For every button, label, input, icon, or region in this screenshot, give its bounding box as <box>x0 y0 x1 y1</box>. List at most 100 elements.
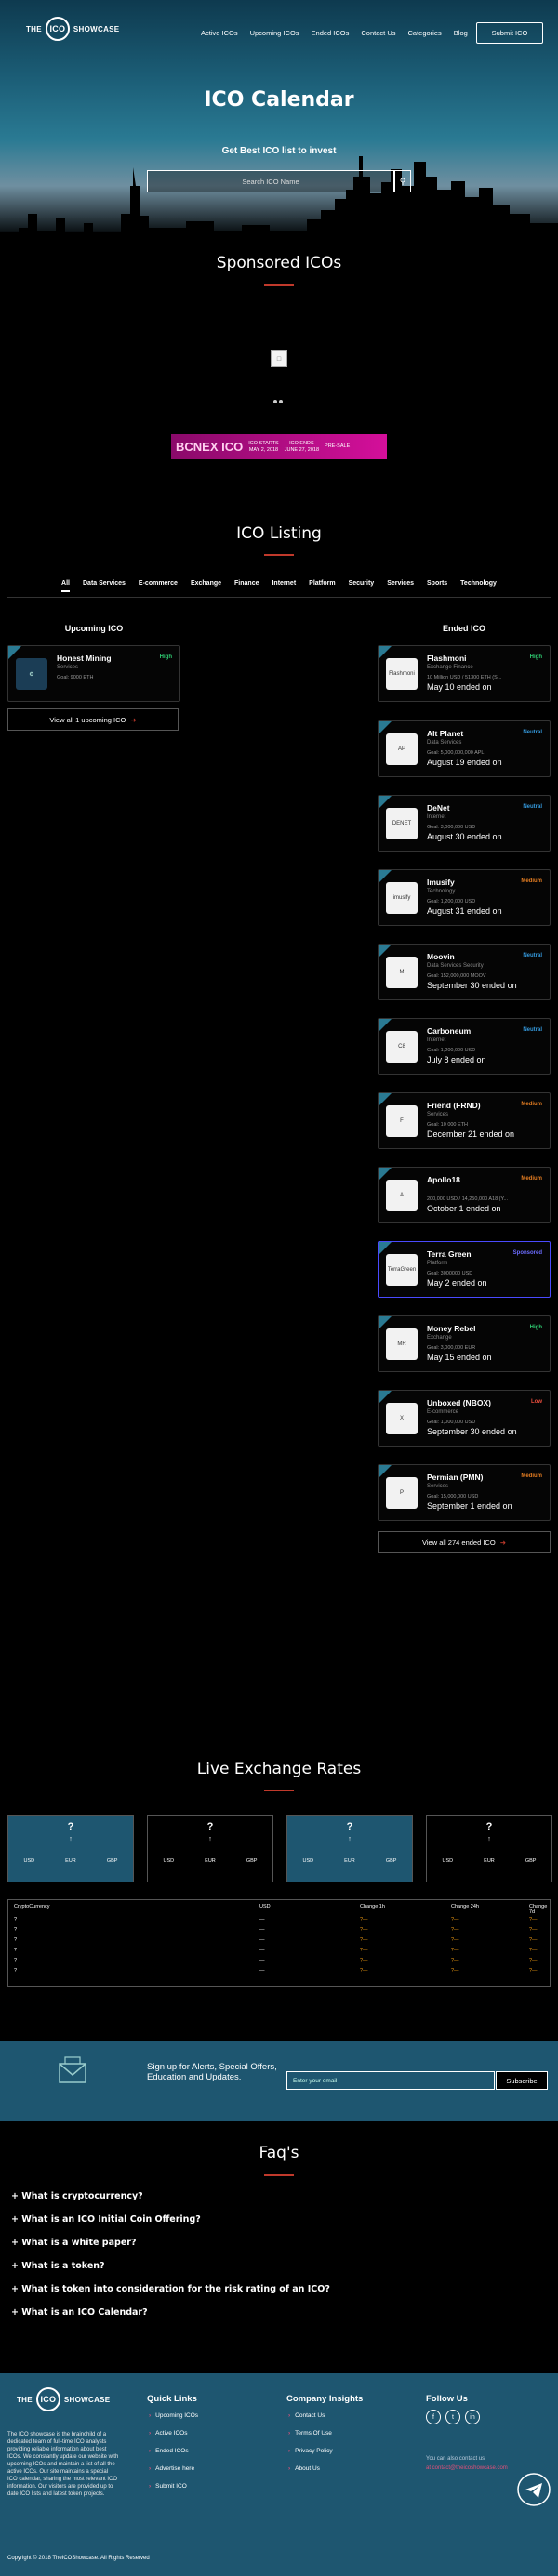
ended-ico-card[interactable]: DENET DeNet Internet Goal: 3,000,000 USD Aug… <box>378 795 551 852</box>
ico-category: Platform <box>427 1261 448 1266</box>
currency-label: EUR <box>65 1858 76 1864</box>
linkedin-icon[interactable]: in <box>465 2410 480 2424</box>
view-all-upcoming-button[interactable]: View all 1 upcoming ICO ➜ <box>7 708 179 731</box>
nav-blog[interactable]: Blog <box>454 29 468 37</box>
table-cell: ?— <box>451 1948 459 1953</box>
ended-ico-card[interactable]: A Apollo18 200,000 USD / 14,250,000 A18 (Y… <box>378 1167 551 1223</box>
ended-ico-card[interactable]: F Friend (FRND) Services Goal: 10 000 ETH De… <box>378 1092 551 1149</box>
footer-link-advertise[interactable]: Advertise here <box>149 2465 198 2472</box>
ended-ico-card[interactable]: M Moovin Data Services Security Goal: 152,0… <box>378 944 551 1000</box>
ended-ico-card[interactable]: AP Alt Planet Data Services Goal: 5,000,000… <box>378 720 551 777</box>
ended-ico-card[interactable]: MR Money Rebel Exchange Goal: 3,000,000 EUR… <box>378 1315 551 1372</box>
banner-start: ICO STARTS MAY 2, 2018 <box>248 441 279 454</box>
table-header-cell: CryptoCurrency <box>14 1904 50 1909</box>
page-title: ICO Calendar <box>204 88 354 112</box>
ico-logo: DENET <box>386 808 418 839</box>
tab-platform[interactable]: Platform <box>309 580 335 592</box>
tab-security[interactable]: Security <box>349 580 375 592</box>
ended-ico-card[interactable]: C8 Carboneum Internet Goal: 1,200,000 USD Ju… <box>378 1018 551 1075</box>
footer-link-active[interactable]: Active ICOs <box>149 2430 198 2437</box>
plus-icon: + <box>11 2307 22 2318</box>
ended-ico-card[interactable]: imusify Imusify Technology Goal: 1,200,000 … <box>378 869 551 926</box>
ico-name: Honest Mining <box>57 654 112 663</box>
footer-logo[interactable]: THE ICO SHOWCASE <box>17 2387 110 2411</box>
card-corner <box>379 1465 392 1478</box>
footer-link-about[interactable]: About Us <box>288 2465 333 2472</box>
nav-upcoming-icos[interactable]: Upcoming ICOs <box>250 29 299 37</box>
twitter-icon[interactable]: t <box>445 2410 460 2424</box>
faq-item[interactable]: + What is token into consideration for t… <box>11 2284 330 2294</box>
nav-categories[interactable]: Categories <box>408 29 442 37</box>
quick-links-heading: Quick Links <box>147 2394 197 2404</box>
footer-link-upcoming[interactable]: Upcoming ICOs <box>149 2412 198 2419</box>
currency-value: — <box>109 1867 115 1872</box>
faq-item[interactable]: + What is a white paper? <box>11 2238 136 2248</box>
tab-finance[interactable]: Finance <box>234 580 259 592</box>
exchange-rate-card: ? ↑ USD EUR GBP — — — <box>147 1815 273 1882</box>
sponsored-image-placeholder[interactable]: □ <box>271 350 287 367</box>
plus-icon: + <box>11 2214 22 2225</box>
carousel-dot[interactable] <box>279 400 283 403</box>
tab-all[interactable]: All <box>61 580 70 592</box>
tab-data-services[interactable]: Data Services <box>83 580 126 592</box>
ended-ico-card[interactable]: X Unboxed (NBOX) E-commerce Goal: 1,000,000… <box>378 1390 551 1447</box>
tab-services[interactable]: Services <box>387 580 414 592</box>
currency-label: USD <box>302 1858 314 1864</box>
tab-exchange[interactable]: Exchange <box>191 580 221 592</box>
email-field[interactable]: Enter your email <box>286 2071 495 2090</box>
submit-ico-button[interactable]: Submit ICO <box>476 22 543 44</box>
table-cell: — <box>259 1937 265 1943</box>
footer-link-contact[interactable]: Contact Us <box>288 2412 333 2419</box>
ended-ico-card[interactable]: Flashmoni Flashmoni Exchange Finance 10 Mil… <box>378 645 551 702</box>
currency-label: EUR <box>205 1858 216 1864</box>
tab-internet[interactable]: Internet <box>272 580 296 592</box>
footer-link-ended[interactable]: Ended ICOs <box>149 2448 198 2454</box>
ended-ico-card[interactable]: P Permian (PMN) Services Goal: 15,000,000 U… <box>378 1464 551 1521</box>
tab-technology[interactable]: Technology <box>460 580 497 592</box>
carousel-dot[interactable] <box>273 400 277 403</box>
footer-link-terms[interactable]: Terms Of Use <box>288 2430 333 2437</box>
logo-ico: ICO <box>49 24 66 33</box>
table-cell: — <box>259 1948 265 1953</box>
search-icon[interactable]: ⚲ <box>394 170 411 192</box>
logo-ico: ICO <box>40 2395 57 2404</box>
title-divider <box>264 554 294 556</box>
telegram-icon[interactable] <box>517 2473 551 2506</box>
nav-contact-us[interactable]: Contact Us <box>361 29 395 37</box>
tab-sports[interactable]: Sports <box>427 580 447 592</box>
ico-goal: Goal: 9000 ETH <box>57 675 94 680</box>
carousel-dots[interactable] <box>273 400 283 403</box>
currency-value: — <box>347 1867 352 1872</box>
ico-end-date: August 30 ended on <box>427 832 502 841</box>
faq-item[interactable]: + What is cryptocurrency? <box>11 2191 143 2201</box>
title-divider <box>264 2174 294 2176</box>
search-input[interactable]: Search ICO Name <box>147 170 394 192</box>
currency-value: — <box>445 1867 451 1872</box>
currency-label: USD <box>163 1858 175 1864</box>
upcoming-ico-card[interactable]: ⚙ Honest Mining Services Goal: 9000 ETH … <box>7 645 180 702</box>
ico-logo: AP <box>386 733 418 765</box>
tab-e-commerce[interactable]: E-commerce <box>139 580 178 592</box>
nav-ended-icos[interactable]: Ended ICOs <box>312 29 350 37</box>
footer-link-submit[interactable]: Submit ICO <box>149 2483 198 2490</box>
subscribe-button[interactable]: Subscribe <box>496 2071 548 2090</box>
ico-name: Terra Green <box>427 1249 472 1259</box>
company-links: Contact Us Terms Of Use Privacy Policy A… <box>288 2412 333 2472</box>
plus-icon: + <box>11 2261 22 2271</box>
ended-ico-card[interactable]: TerraGreen Terra Green Platform Goal: 30000… <box>378 1241 551 1298</box>
faq-item[interactable]: + What is an ICO Initial Coin Offering? <box>11 2214 201 2225</box>
faq-item[interactable]: + What is a token? <box>11 2261 105 2271</box>
site-logo[interactable]: THE ICO SHOWCASE <box>26 17 119 41</box>
view-all-ended-button[interactable]: View all 274 ended ICO ➜ <box>378 1531 551 1553</box>
nav-active-icos[interactable]: Active ICOs <box>201 29 238 37</box>
contact-email[interactable]: at contact@theicoshowcase.com <box>426 2465 508 2471</box>
footer-link-privacy[interactable]: Privacy Policy <box>288 2448 332 2454</box>
faq-question: What is token into consideration for the… <box>21 2284 330 2294</box>
bcnex-banner[interactable]: BCNEX ICO ICO STARTS MAY 2, 2018 ICO ENDS… <box>171 434 387 459</box>
logo-the: THE <box>17 2395 33 2404</box>
ico-name: Carboneum <box>427 1026 472 1036</box>
facebook-icon[interactable]: f <box>426 2410 441 2424</box>
faq-item[interactable]: + What is an ICO Calendar? <box>11 2307 148 2318</box>
card-corner <box>8 646 21 659</box>
card-corner <box>379 945 392 958</box>
